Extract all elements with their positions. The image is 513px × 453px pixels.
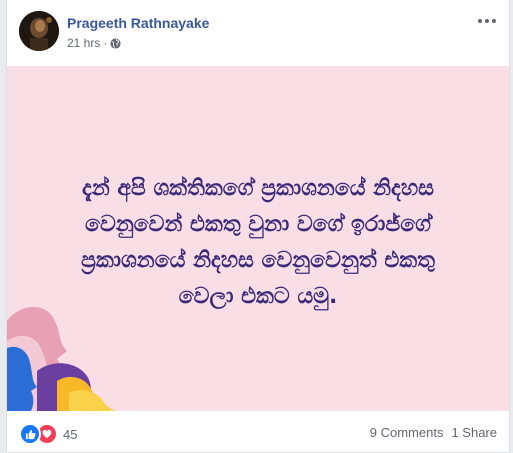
- post-text-line: දැන් අපි ශක්තිකගේ ප්‍රකාශනයේ නිදහස: [82, 176, 434, 201]
- post-stats: 9 Comments 1 Share: [370, 425, 497, 440]
- post-text-line: ප්‍රකාශනයේ නිදහස වෙනුවෙනුත් එකතු: [81, 248, 435, 273]
- post-text-line: වෙනුවෙන් එකතු වුනා වගේ ඉරාජ්ගේ: [85, 212, 431, 237]
- post-footer: 45 9 Comments 1 Share: [7, 411, 509, 453]
- avatar[interactable]: [19, 11, 59, 51]
- post-card: Prageeth Rathnayake 21 hrs · දැන් අපි ශක…: [6, 0, 510, 453]
- reaction-count[interactable]: 45: [63, 427, 77, 442]
- post-text-line: වෙලා එකට යමු.: [178, 284, 338, 309]
- like-icon: [19, 423, 41, 445]
- author-name[interactable]: Prageeth Rathnayake: [67, 15, 209, 31]
- meta-separator: ·: [103, 36, 108, 50]
- reactions-summary[interactable]: 45: [19, 423, 77, 445]
- post-header: Prageeth Rathnayake 21 hrs ·: [7, 0, 509, 66]
- comments-count-link[interactable]: 9 Comments: [370, 425, 444, 440]
- post-image[interactable]: දැන් අපි ශක්තිකගේ ප්‍රකාශනයේ නිදහස වෙනුව…: [7, 66, 509, 411]
- avatar-image: [19, 11, 59, 51]
- post-timestamp[interactable]: 21 hrs: [67, 36, 100, 50]
- shares-count-link[interactable]: 1 Share: [451, 425, 497, 440]
- more-options-icon[interactable]: [477, 14, 497, 28]
- post-image-text: දැන් අපි ශක්තිකගේ ප්‍රකාශනයේ නිදහස වෙනුව…: [22, 171, 494, 315]
- post-meta: 21 hrs ·: [67, 36, 121, 50]
- globe-icon[interactable]: [110, 37, 121, 49]
